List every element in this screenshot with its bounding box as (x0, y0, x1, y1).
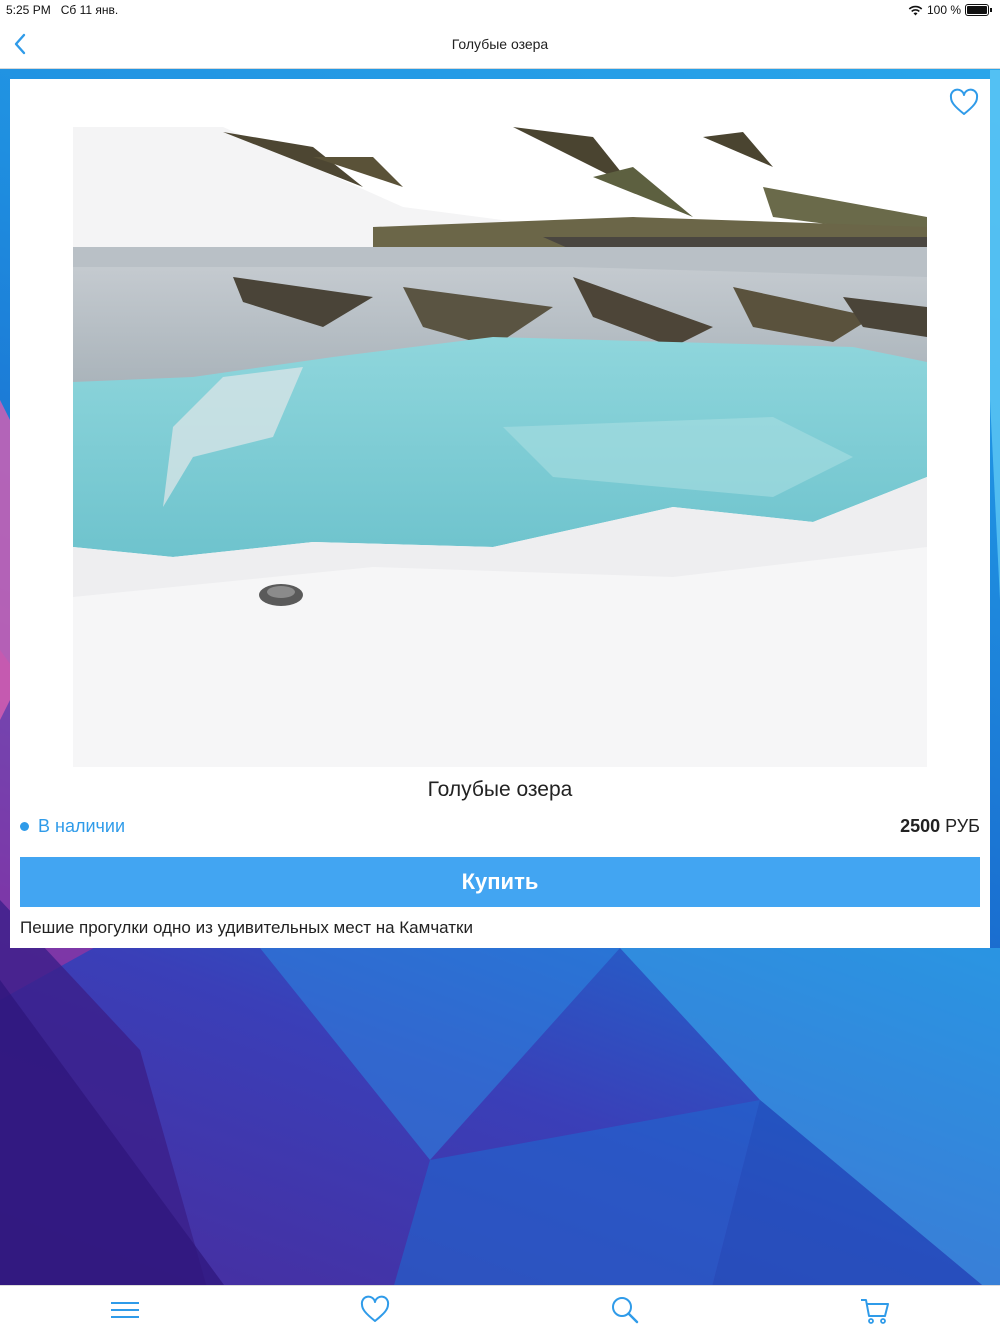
cart-icon (861, 1299, 889, 1324)
heart-icon (360, 1295, 390, 1322)
battery-icon (965, 4, 989, 16)
favorite-button[interactable] (948, 87, 980, 119)
tab-favorites[interactable] (359, 1294, 391, 1326)
availability-dot (20, 822, 29, 831)
price-currency: РУБ (945, 816, 980, 836)
status-indicators: 100 % (908, 3, 992, 17)
status-date: Сб 11 янв. (60, 3, 119, 17)
status-bar: 5:25 PM Сб 11 янв. 100 % (0, 0, 1000, 20)
status-time-date: 5:25 PM Сб 11 янв. (6, 3, 118, 17)
status-time: 5:25 PM (6, 3, 51, 17)
product-description: Пешие прогулки одно из удивительных мест… (20, 918, 473, 937)
navigation-bar: Голубые озера (0, 20, 1000, 69)
tab-menu[interactable] (109, 1294, 141, 1326)
tab-bar (0, 1285, 1000, 1334)
menu-icon (111, 1302, 139, 1318)
page-title: Голубые озера (451, 36, 549, 52)
product-card: Голубые озера В наличии 2500 РУБ Купить … (10, 79, 990, 948)
tab-search[interactable] (609, 1294, 641, 1326)
battery-percent: 100 % (926, 3, 961, 17)
product-title: Голубые озера (427, 778, 573, 801)
product-screen: 5:25 PM Сб 11 янв. 100 % Голубые озера Г… (0, 0, 1000, 1334)
battery-tip (990, 8, 992, 12)
availability-status: В наличии (20, 816, 125, 837)
wifi-icon (908, 5, 923, 15)
tab-cart[interactable] (859, 1294, 891, 1326)
heart-outline-icon (949, 88, 979, 115)
search-icon (612, 1297, 639, 1324)
lake-photo (73, 127, 927, 767)
buy-button[interactable]: Купить (20, 857, 980, 907)
availability-label: В наличии (38, 816, 126, 836)
product-photo[interactable] (73, 127, 927, 767)
price: 2500 РУБ (900, 816, 980, 837)
price-amount: 2500 (900, 816, 941, 836)
